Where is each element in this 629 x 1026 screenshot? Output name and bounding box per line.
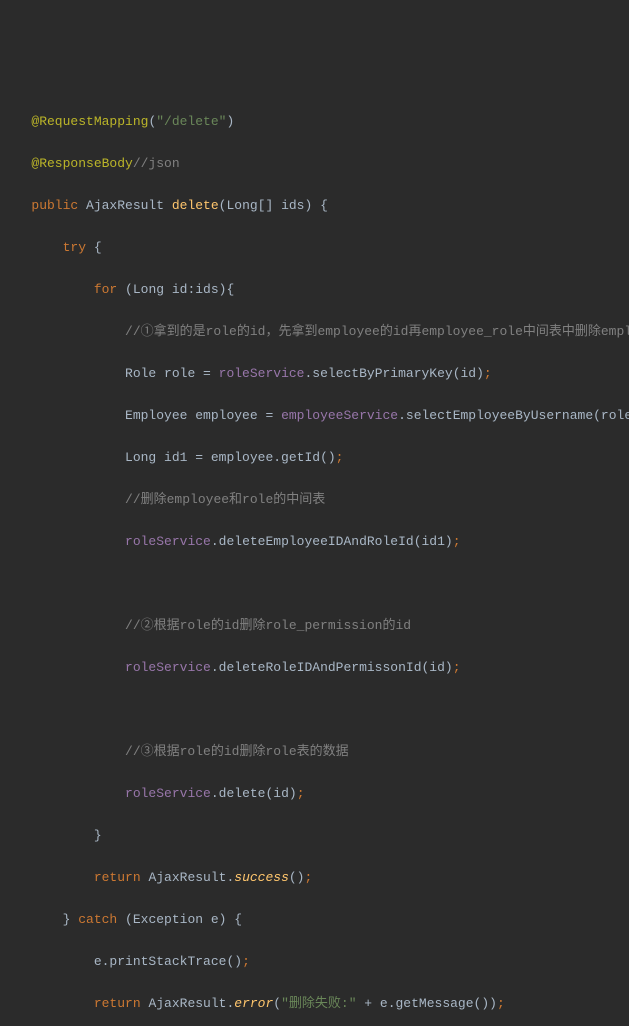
code-block: @RequestMapping("/delete") @ResponseBody… [8,90,621,1026]
code-line: @RequestMapping("/delete") [8,111,621,132]
text: Long id1 = employee.getId() [125,450,336,465]
static-method: success [234,870,289,885]
text: .deleteRoleIDAndPermissonId(id) [211,660,453,675]
brace: } [94,828,102,843]
text: .deleteEmployeeIDAndRoleId(id1) [211,534,453,549]
string-literal: "删除失败:" [281,996,356,1011]
comment: //②根据role的id删除role_permission的id [125,618,411,633]
semicolon: ; [297,786,305,801]
keyword: public [31,198,78,213]
string-literal: "/delete" [156,114,226,129]
code-line: roleService.deleteEmployeeIDAndRoleId(id… [8,531,621,552]
text: () [289,870,305,885]
code-line: roleService.delete(id); [8,783,621,804]
text: (Long id:ids){ [117,282,234,297]
field: roleService [125,786,211,801]
code-line: for (Long id:ids){ [8,279,621,300]
text: Employee employee = [125,408,281,423]
code-line [8,573,621,594]
code-line: //删除employee和role的中间表 [8,489,621,510]
annotation: @ResponseBody [31,156,132,171]
code-line: e.printStackTrace(); [8,951,621,972]
text: AjaxResult. [141,870,235,885]
brace: } [63,912,79,927]
semicolon: ; [453,534,461,549]
comment: //删除employee和role的中间表 [125,492,325,507]
text: AjaxResult [78,198,172,213]
code-line: roleService.deleteRoleIDAndPermissonId(i… [8,657,621,678]
comment: //json [133,156,180,171]
paren: ) [226,114,234,129]
code-line: Employee employee = employeeService.sele… [8,405,621,426]
annotation: @RequestMapping [31,114,148,129]
text: Role role = [125,366,219,381]
code-line: return AjaxResult.success(); [8,867,621,888]
keyword: catch [78,912,117,927]
text: AjaxResult. [141,996,235,1011]
comment: //①拿到的是role的id，先拿到employee的id再employee_r… [125,324,629,339]
field: employeeService [281,408,398,423]
keyword: try [63,240,86,255]
code-line [8,699,621,720]
text: .selectByPrimaryKey(id) [304,366,483,381]
paren: ( [273,996,281,1011]
text: e.printStackTrace() [94,954,242,969]
semicolon: ; [497,996,505,1011]
text: (Exception e) { [117,912,242,927]
code-line: //①拿到的是role的id，先拿到employee的id再employee_r… [8,321,621,342]
field: roleService [219,366,305,381]
method-name: delete [172,198,219,213]
keyword: return [94,870,141,885]
comment: //③根据role的id删除role表的数据 [125,744,349,759]
field: roleService [125,660,211,675]
keyword: for [94,282,117,297]
static-method: error [234,996,273,1011]
semicolon: ; [453,660,461,675]
text: .delete(id) [211,786,297,801]
semicolon: ; [336,450,344,465]
code-line: @ResponseBody//json [8,153,621,174]
code-line: public AjaxResult delete(Long[] ids) { [8,195,621,216]
code-line: //③根据role的id删除role表的数据 [8,741,621,762]
paren: ) { [304,198,327,213]
code-line: } catch (Exception e) { [8,909,621,930]
semicolon: ; [304,870,312,885]
brace: { [86,240,102,255]
code-line: Long id1 = employee.getId(); [8,447,621,468]
param: Long[] ids [226,198,304,213]
text: + e.getMessage()) [357,996,497,1011]
code-line: Role role = roleService.selectByPrimaryK… [8,363,621,384]
field: roleService [125,534,211,549]
semicolon: ; [242,954,250,969]
code-line: return AjaxResult.error("删除失败:" + e.getM… [8,993,621,1014]
semicolon: ; [484,366,492,381]
code-line: try { [8,237,621,258]
keyword: return [94,996,141,1011]
code-line: } [8,825,621,846]
code-line: //②根据role的id删除role_permission的id [8,615,621,636]
text: .selectEmployeeByUsername(role.getSn()) [398,408,629,423]
